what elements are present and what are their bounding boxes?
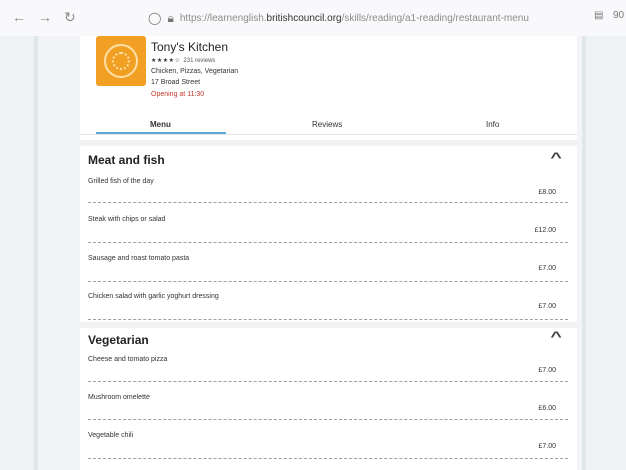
- menu-item-name: Steak with chips or salad: [88, 216, 166, 223]
- pizza-icon: [104, 44, 138, 78]
- section-divider: [80, 140, 577, 146]
- menu-item-name: Mushroom omelette: [88, 394, 150, 401]
- menu-item-price: £7.00: [538, 443, 556, 450]
- item-separator: [88, 381, 568, 382]
- browser-toolbar: ← → ↻ ◯ 🔒︎ https://learnenglish.britishc…: [0, 0, 626, 36]
- url-path: /skills/reading/a1-reading/restaurant-me…: [341, 12, 529, 24]
- menu-item-name: Vegetable chili: [88, 432, 134, 439]
- address-bar[interactable]: ◯ 🔒︎ https://learnenglish.britishcouncil…: [148, 7, 578, 29]
- item-separator: [88, 419, 568, 420]
- review-count[interactable]: 231 reviews: [183, 58, 215, 64]
- menu-item-name: Cheese and tomato pizza: [88, 356, 168, 363]
- restaurant-name: Tony's Kitchen: [151, 40, 228, 54]
- shield-icon[interactable]: ◯: [148, 11, 161, 25]
- zoom-indicator[interactable]: 90: [613, 10, 624, 21]
- item-separator: [88, 242, 568, 243]
- cuisine-list: Chicken, Pizzas, Vegetarian: [151, 68, 239, 75]
- menu-item-price: £6.00: [538, 405, 556, 412]
- menu-item-name: Grilled fish of the day: [88, 178, 154, 185]
- menu-item-name: Sausage and roast tomato pasta: [88, 255, 190, 262]
- back-icon[interactable]: ←: [12, 10, 26, 24]
- tab-info[interactable]: Info: [486, 120, 499, 129]
- chevron-up-icon[interactable]: ^: [550, 149, 561, 165]
- menu-item-price: £8.00: [538, 189, 556, 196]
- url-text[interactable]: https://learnenglish.britishcouncil.org/…: [180, 13, 529, 24]
- menu-item-price: £7.00: [538, 303, 556, 310]
- section-divider: [80, 322, 577, 328]
- item-separator: [88, 458, 568, 459]
- chevron-up-icon[interactable]: ^: [550, 328, 561, 344]
- menu-item-price: £7.00: [538, 265, 556, 272]
- section-title-meat-and-fish: Meat and fish: [88, 153, 165, 167]
- item-separator: [88, 319, 568, 320]
- menu-item-name: Chicken salad with garlic yoghurt dressi…: [88, 293, 219, 300]
- tab-menu[interactable]: Menu: [150, 120, 171, 129]
- opening-time: Opening at 11:30: [151, 91, 205, 98]
- item-separator: [88, 202, 568, 203]
- right-margin: [582, 36, 626, 470]
- item-separator: [88, 281, 568, 282]
- lock-icon[interactable]: 🔒︎: [167, 11, 173, 26]
- star-rating-icon: ★★★★☆: [151, 58, 181, 64]
- reader-view-icon[interactable]: ▤: [594, 10, 603, 21]
- forward-icon[interactable]: →: [38, 10, 52, 24]
- reload-icon[interactable]: ↻: [64, 10, 76, 24]
- menu-item-price: £12.00: [534, 227, 556, 234]
- restaurant-address: 17 Broad Street: [151, 79, 201, 86]
- restaurant-logo: [96, 36, 146, 86]
- rating: ★★★★☆ 231 reviews: [151, 57, 215, 64]
- tab-reviews[interactable]: Reviews: [312, 120, 342, 129]
- url-prefix: https://learnenglish.: [179, 12, 267, 24]
- page-content: Tony's Kitchen ★★★★☆ 231 reviews Chicken,…: [0, 36, 626, 470]
- tabs-divider: [80, 134, 577, 135]
- menu-item-price: £7.00: [538, 367, 556, 374]
- section-title-vegetarian: Vegetarian: [88, 333, 149, 347]
- url-domain: britishcouncil.org: [266, 12, 342, 24]
- left-margin: [0, 36, 38, 470]
